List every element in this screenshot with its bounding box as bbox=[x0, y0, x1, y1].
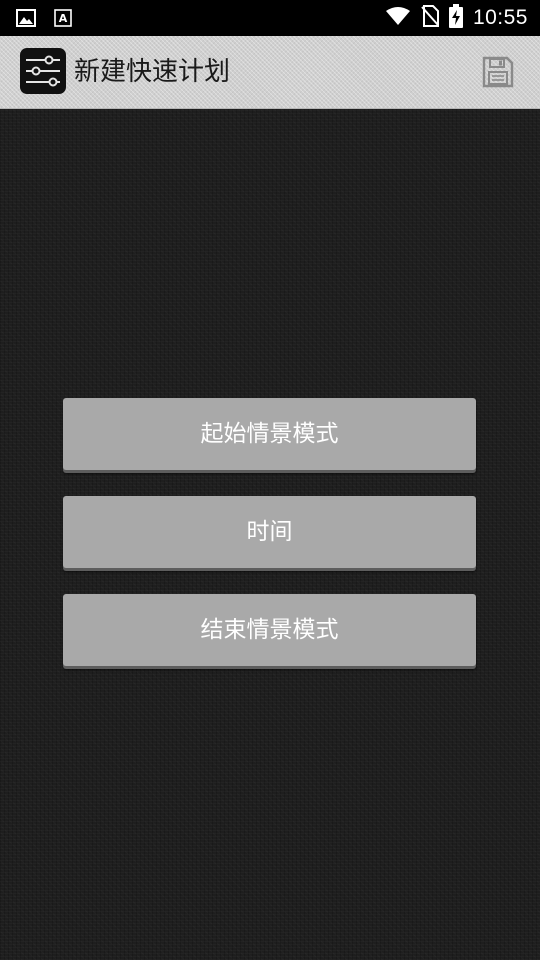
sliders-icon bbox=[20, 48, 66, 94]
battery-charging-icon bbox=[448, 4, 463, 32]
status-time: 10:55 bbox=[472, 6, 528, 29]
save-icon[interactable] bbox=[482, 56, 514, 88]
no-sim-icon bbox=[421, 5, 439, 31]
text-a-icon: A bbox=[54, 9, 72, 31]
start-profile-button[interactable]: 起始情景模式 bbox=[63, 398, 476, 470]
end-profile-button[interactable]: 结束情景模式 bbox=[63, 594, 476, 666]
page-title: 新建快速计划 bbox=[74, 57, 231, 87]
status-bar: A 10:55 bbox=[0, 0, 540, 36]
action-bar: 新建快速计划 bbox=[0, 36, 540, 109]
wifi-icon bbox=[385, 6, 411, 30]
image-icon bbox=[16, 9, 36, 31]
time-button[interactable]: 时间 bbox=[63, 496, 476, 568]
svg-text:A: A bbox=[59, 12, 68, 25]
